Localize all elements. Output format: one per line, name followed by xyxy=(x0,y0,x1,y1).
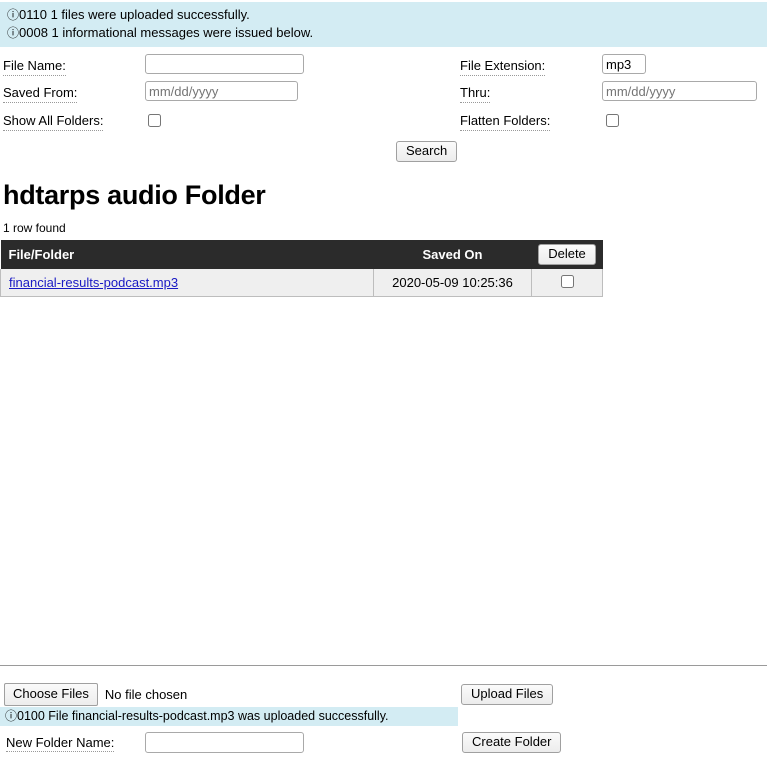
new-folder-row: New Folder Name: Create Folder xyxy=(0,731,767,755)
show-all-folders-label: Show All Folders: xyxy=(3,113,103,131)
upload-status-message-text: 0100 File financial-results-podcast.mp3 … xyxy=(17,709,388,723)
file-link[interactable]: financial-results-podcast.mp3 xyxy=(9,275,178,290)
choose-files-button[interactable]: Choose Files xyxy=(4,683,98,706)
results-table: File/Folder Saved On Delete financial-re… xyxy=(0,240,603,297)
info-circle-icon: ⓘ xyxy=(7,8,19,22)
results-table-body: financial-results-podcast.mp3 2020-05-09… xyxy=(1,269,603,297)
search-form: File Name: Saved From: Show All Folders:… xyxy=(0,53,767,138)
file-name-label: File Name: xyxy=(3,58,66,76)
column-header-file-folder[interactable]: File/Folder xyxy=(1,240,374,269)
search-button-wrapper: Search xyxy=(396,141,457,162)
file-extension-input[interactable] xyxy=(602,54,646,74)
thru-input[interactable] xyxy=(602,81,757,101)
search-button[interactable]: Search xyxy=(396,141,457,162)
new-folder-name-label: New Folder Name: xyxy=(6,735,114,752)
delete-button[interactable]: Delete xyxy=(538,244,596,265)
cell-file-name: financial-results-podcast.mp3 xyxy=(1,269,374,297)
upload-row: Choose Files No file chosen Upload Files xyxy=(0,683,767,705)
saved-from-label: Saved From: xyxy=(3,85,77,103)
row-count-text: 1 row found xyxy=(3,221,66,235)
message-banner: ⓘ0110 1 files were uploaded successfully… xyxy=(0,2,767,47)
file-extension-label: File Extension: xyxy=(460,58,545,76)
upload-status-message: ⓘ0100 File financial-results-podcast.mp3… xyxy=(0,707,458,726)
message-line-informational-count-text: 0008 1 informational messages were issue… xyxy=(19,25,313,40)
cell-saved-on: 2020-05-09 10:25:36 xyxy=(374,269,532,297)
info-circle-icon: ⓘ xyxy=(5,709,17,723)
info-circle-icon: ⓘ xyxy=(7,26,19,40)
file-picker[interactable]: Choose Files No file chosen xyxy=(4,683,187,706)
no-file-chosen-text: No file chosen xyxy=(105,687,187,702)
saved-from-input[interactable] xyxy=(145,81,298,101)
column-header-saved-on[interactable]: Saved On xyxy=(374,240,532,269)
column-header-delete: Delete xyxy=(532,240,603,269)
flatten-folders-checkbox[interactable] xyxy=(606,114,619,127)
show-all-folders-checkbox[interactable] xyxy=(148,114,161,127)
thru-label: Thru: xyxy=(460,85,490,103)
file-name-input[interactable] xyxy=(145,54,304,74)
table-row: financial-results-podcast.mp3 2020-05-09… xyxy=(1,269,603,297)
cell-delete xyxy=(532,269,603,297)
page-title: hdtarps audio Folder xyxy=(0,180,266,211)
message-line-upload-success-text: 0110 1 files were uploaded successfully. xyxy=(19,7,250,22)
section-divider xyxy=(0,665,767,666)
message-line-upload-success: ⓘ0110 1 files were uploaded successfully… xyxy=(0,6,767,24)
results-table-head: File/Folder Saved On Delete xyxy=(1,240,603,269)
message-line-informational-count: ⓘ0008 1 informational messages were issu… xyxy=(0,24,767,42)
create-folder-button[interactable]: Create Folder xyxy=(462,732,561,753)
new-folder-name-input[interactable] xyxy=(145,732,304,753)
flatten-folders-label: Flatten Folders: xyxy=(460,113,550,131)
upload-files-button[interactable]: Upload Files xyxy=(461,684,553,705)
row-delete-checkbox[interactable] xyxy=(561,275,574,288)
table-header-row: File/Folder Saved On Delete xyxy=(1,240,603,269)
